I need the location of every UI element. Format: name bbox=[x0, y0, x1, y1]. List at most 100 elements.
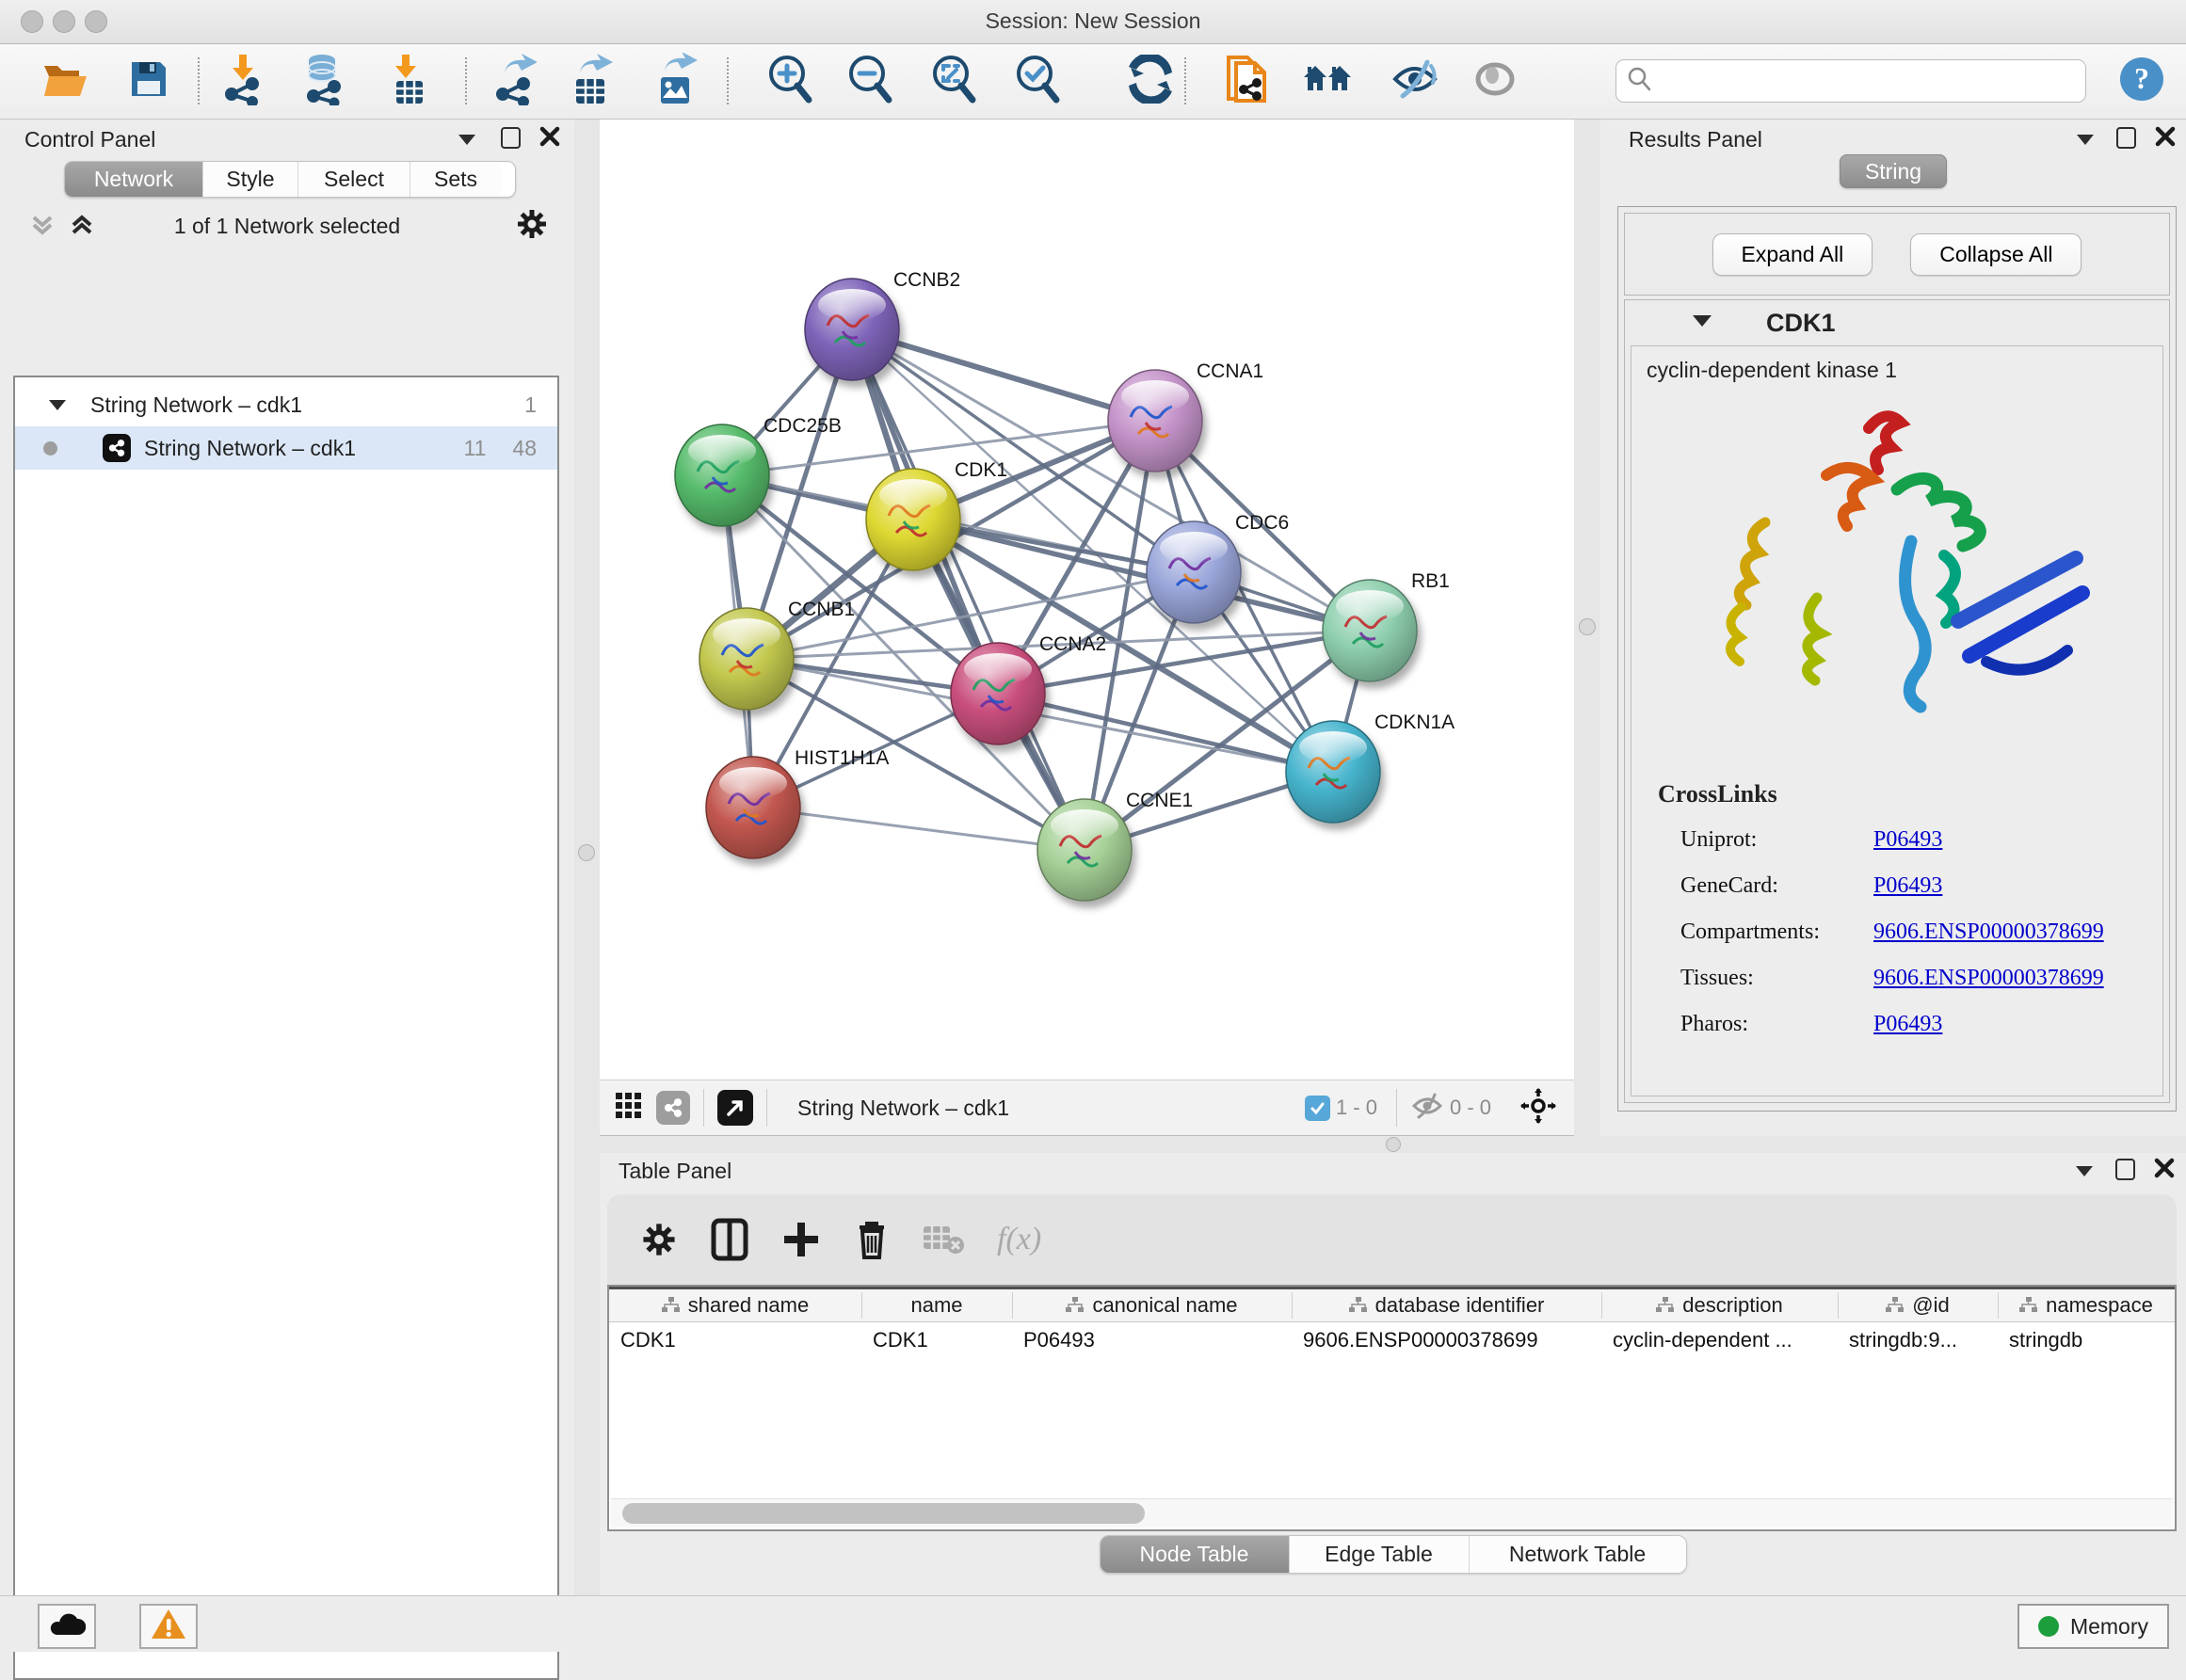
crosslink-pharos[interactable]: P06493 bbox=[1873, 1012, 1942, 1036]
main-toolbar: ? bbox=[0, 44, 2186, 120]
network-row[interactable]: String Network – cdk1 11 48 bbox=[15, 426, 557, 470]
tab-network[interactable]: Network bbox=[65, 162, 203, 197]
toolbar-separator bbox=[198, 57, 200, 104]
export-table-button[interactable] bbox=[563, 52, 619, 110]
selected-checkbox-icon[interactable] bbox=[1305, 1096, 1330, 1121]
add-column-icon[interactable] bbox=[780, 1219, 822, 1260]
crosslink-tissues[interactable]: 9606.ENSP00000378699 bbox=[1873, 966, 2104, 990]
node-CDC25B[interactable]: CDC25B bbox=[675, 415, 842, 526]
cloud-status-button[interactable] bbox=[38, 1604, 96, 1649]
show-all-button[interactable] bbox=[1467, 52, 1523, 110]
panel-close-icon[interactable] bbox=[2153, 1157, 2176, 1184]
panel-close-icon[interactable] bbox=[538, 125, 561, 152]
panel-float-icon[interactable] bbox=[2077, 135, 2094, 145]
right-splitter-handle[interactable] bbox=[1579, 618, 1596, 635]
network-list: String Network – cdk1 1 String Network –… bbox=[13, 376, 559, 1680]
apply-layout-button[interactable] bbox=[1122, 52, 1179, 110]
collection-expand-icon[interactable] bbox=[47, 392, 68, 418]
panel-maximize-icon[interactable] bbox=[501, 127, 521, 149]
memory-button[interactable]: Memory bbox=[2017, 1604, 2169, 1649]
save-session-button[interactable] bbox=[121, 52, 177, 110]
node-CDK1[interactable]: CDK1 bbox=[866, 459, 1007, 570]
scrollbar-thumb[interactable] bbox=[622, 1503, 1145, 1524]
column-header-id[interactable]: @id bbox=[1838, 1289, 1998, 1321]
panel-float-icon[interactable] bbox=[2076, 1166, 2093, 1176]
grid-view-icon[interactable] bbox=[615, 1092, 643, 1125]
title-bar: Session: New Session bbox=[0, 0, 2186, 44]
export-network-button[interactable] bbox=[486, 52, 542, 110]
import-network-database-button[interactable] bbox=[296, 52, 352, 110]
expand-all-button[interactable]: Expand All bbox=[1712, 233, 1873, 276]
table-row[interactable]: CDK1 CDK1 P06493 9606.ENSP00000378699 cy… bbox=[609, 1322, 2175, 1360]
search-field[interactable] bbox=[1615, 59, 2086, 103]
string-view-badge-icon[interactable] bbox=[656, 1091, 690, 1125]
gene-section-header[interactable]: CDK1 bbox=[1625, 300, 2169, 345]
tab-edge-table[interactable]: Edge Table bbox=[1290, 1536, 1470, 1573]
delete-column-trash-icon[interactable] bbox=[854, 1218, 890, 1261]
edge-HIST1H1A-CCNE1[interactable] bbox=[753, 808, 1085, 850]
tab-network-table[interactable]: Network Table bbox=[1470, 1536, 1686, 1573]
column-header-canonical-name[interactable]: canonical name bbox=[1012, 1289, 1292, 1321]
tab-sets[interactable]: Sets bbox=[410, 162, 501, 197]
confidence-houses-button[interactable] bbox=[1299, 52, 1356, 110]
panel-maximize-icon[interactable] bbox=[2116, 127, 2136, 149]
node-CCNA1[interactable]: CCNA1 bbox=[1108, 360, 1263, 472]
edge-CCNA2-CDKN1A[interactable] bbox=[998, 694, 1333, 772]
crosslink-label: Compartments: bbox=[1680, 910, 1873, 953]
tab-node-table[interactable]: Node Table bbox=[1101, 1536, 1290, 1573]
zoom-fit-button[interactable] bbox=[924, 52, 981, 110]
open-session-button[interactable] bbox=[38, 52, 94, 110]
node-CDKN1A[interactable]: CDKN1A bbox=[1286, 712, 1455, 823]
network-collection-row[interactable]: String Network – cdk1 1 bbox=[15, 383, 557, 426]
help-button[interactable]: ? bbox=[2114, 52, 2170, 110]
import-network-file-button[interactable] bbox=[215, 52, 271, 110]
crosslink-uniprot[interactable]: P06493 bbox=[1873, 827, 1942, 852]
right-splitter[interactable] bbox=[1574, 120, 1600, 1141]
string-document-icon bbox=[1223, 52, 1270, 111]
node-label-RB1: RB1 bbox=[1411, 570, 1450, 592]
node-label-CCNB1: CCNB1 bbox=[788, 599, 855, 620]
crosshair-icon[interactable] bbox=[1519, 1087, 1557, 1129]
show-columns-icon[interactable] bbox=[711, 1218, 748, 1261]
node-CCNA2[interactable]: CCNA2 bbox=[951, 633, 1106, 744]
horizontal-splitter[interactable] bbox=[600, 1136, 2186, 1153]
column-header-database-identifier[interactable]: database identifier bbox=[1292, 1289, 1601, 1321]
left-splitter-handle[interactable] bbox=[578, 844, 595, 861]
node-HIST1H1A[interactable]: HIST1H1A bbox=[706, 747, 889, 858]
search-input[interactable] bbox=[1652, 68, 2085, 94]
column-header-description[interactable]: description bbox=[1601, 1289, 1838, 1321]
node-RB1[interactable]: RB1 bbox=[1323, 570, 1450, 681]
zoom-selected-button[interactable] bbox=[1008, 52, 1065, 110]
string-document-button[interactable] bbox=[1218, 52, 1275, 110]
table-settings-gear-icon[interactable] bbox=[639, 1220, 679, 1259]
panel-float-icon[interactable] bbox=[458, 135, 475, 145]
tab-string[interactable]: String bbox=[1840, 154, 1947, 188]
node-CCNE1[interactable]: CCNE1 bbox=[1037, 790, 1193, 901]
table-horizontal-scrollbar[interactable] bbox=[611, 1498, 2173, 1528]
tab-select[interactable]: Select bbox=[298, 162, 410, 197]
panel-maximize-icon[interactable] bbox=[2115, 1159, 2135, 1180]
collapse-all-button[interactable]: Collapse All bbox=[1910, 233, 2082, 276]
column-header-shared-name[interactable]: shared name bbox=[609, 1289, 861, 1321]
panel-close-icon[interactable] bbox=[2154, 125, 2177, 152]
node-CCNB2[interactable]: CCNB2 bbox=[805, 269, 960, 380]
hide-selected-button[interactable] bbox=[1387, 52, 1443, 110]
column-header-namespace[interactable]: namespace bbox=[1998, 1289, 2175, 1321]
section-collapse-icon[interactable] bbox=[1691, 313, 1713, 333]
column-header-name[interactable]: name bbox=[861, 1289, 1012, 1321]
crosslink-compartments[interactable]: 9606.ENSP00000378699 bbox=[1873, 920, 2104, 944]
import-table-file-button[interactable] bbox=[380, 52, 437, 110]
export-image-button[interactable] bbox=[648, 52, 704, 110]
edge-CCNB2-CCNE1[interactable] bbox=[852, 329, 1085, 850]
warning-status-button[interactable] bbox=[139, 1604, 198, 1649]
zoom-out-button[interactable] bbox=[841, 52, 897, 110]
network-options-gear-icon[interactable] bbox=[514, 206, 550, 247]
zoom-in-button[interactable] bbox=[761, 52, 817, 110]
left-splitter[interactable] bbox=[574, 120, 600, 1595]
houses-icon bbox=[1301, 56, 1354, 106]
horizontal-splitter-handle[interactable] bbox=[1386, 1137, 1401, 1152]
tab-style[interactable]: Style bbox=[203, 162, 298, 197]
detach-view-button[interactable] bbox=[717, 1090, 753, 1126]
crosslink-genecard[interactable]: P06493 bbox=[1873, 873, 1942, 898]
network-canvas[interactable]: CCNB2CCNA1CDC25BCDK1CDC6RB1CCNB1CCNA2CDK… bbox=[600, 120, 1574, 1080]
